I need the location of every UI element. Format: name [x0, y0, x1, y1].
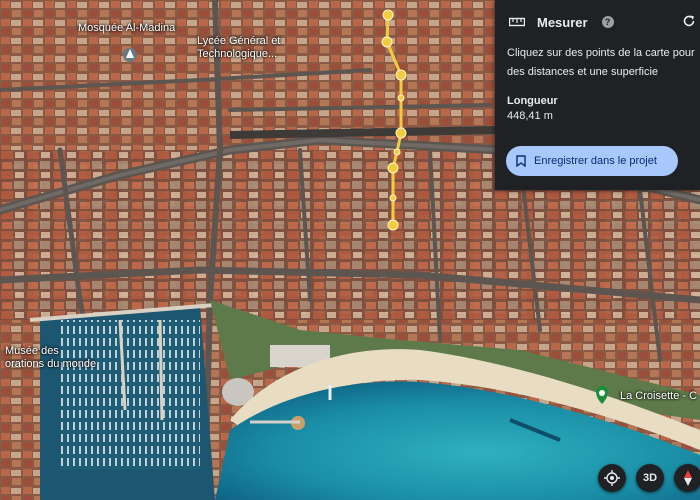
place-of-worship-icon[interactable]	[123, 48, 137, 62]
panel-header: Mesurer ?	[495, 0, 700, 44]
save-to-project-button[interactable]: Enregistrer dans le projet	[506, 146, 678, 176]
map-label-mosque[interactable]: Mosquée Al-Madina	[78, 22, 175, 34]
bookmark-icon	[516, 155, 526, 167]
instructions-line2: des distances et une superficie	[507, 66, 659, 78]
route-point[interactable]	[395, 69, 407, 81]
measure-panel: Mesurer ? Cliquez sur des points de la c…	[495, 0, 700, 190]
map-label-musee-line2[interactable]: orations du monde	[5, 358, 96, 370]
map-label-croisette[interactable]: La Croisette - C	[620, 390, 697, 402]
route-point[interactable]	[393, 148, 401, 156]
length-value: 448,41 m	[507, 110, 553, 122]
map-label-lycee-line1[interactable]: Lycée Général et	[197, 35, 280, 47]
my-location-icon[interactable]	[598, 464, 626, 492]
measure-instructions: Cliquez sur des points de la carte pour …	[507, 44, 700, 82]
route-point[interactable]	[387, 162, 399, 174]
ruler-icon	[509, 17, 525, 27]
panel-title: Mesurer	[537, 14, 588, 30]
instructions-line1: Cliquez sur des points de la carte pour	[507, 47, 695, 59]
refresh-icon[interactable]	[682, 14, 696, 28]
route-point[interactable]	[397, 94, 405, 102]
compass-icon[interactable]	[674, 464, 700, 492]
save-button-label: Enregistrer dans le projet	[534, 155, 657, 167]
route-point[interactable]	[395, 127, 407, 139]
help-icon[interactable]: ?	[601, 16, 614, 28]
length-label: Longueur	[507, 95, 558, 107]
route-point[interactable]	[387, 219, 399, 231]
route-point[interactable]	[381, 36, 393, 48]
view-3d-button[interactable]: 3D	[636, 464, 664, 492]
route-point[interactable]	[382, 9, 394, 21]
map-label-musee-line1[interactable]: Musée des	[5, 345, 59, 357]
route-point[interactable]	[389, 194, 397, 202]
map-label-lycee-line2[interactable]: Technologique...	[197, 48, 277, 60]
